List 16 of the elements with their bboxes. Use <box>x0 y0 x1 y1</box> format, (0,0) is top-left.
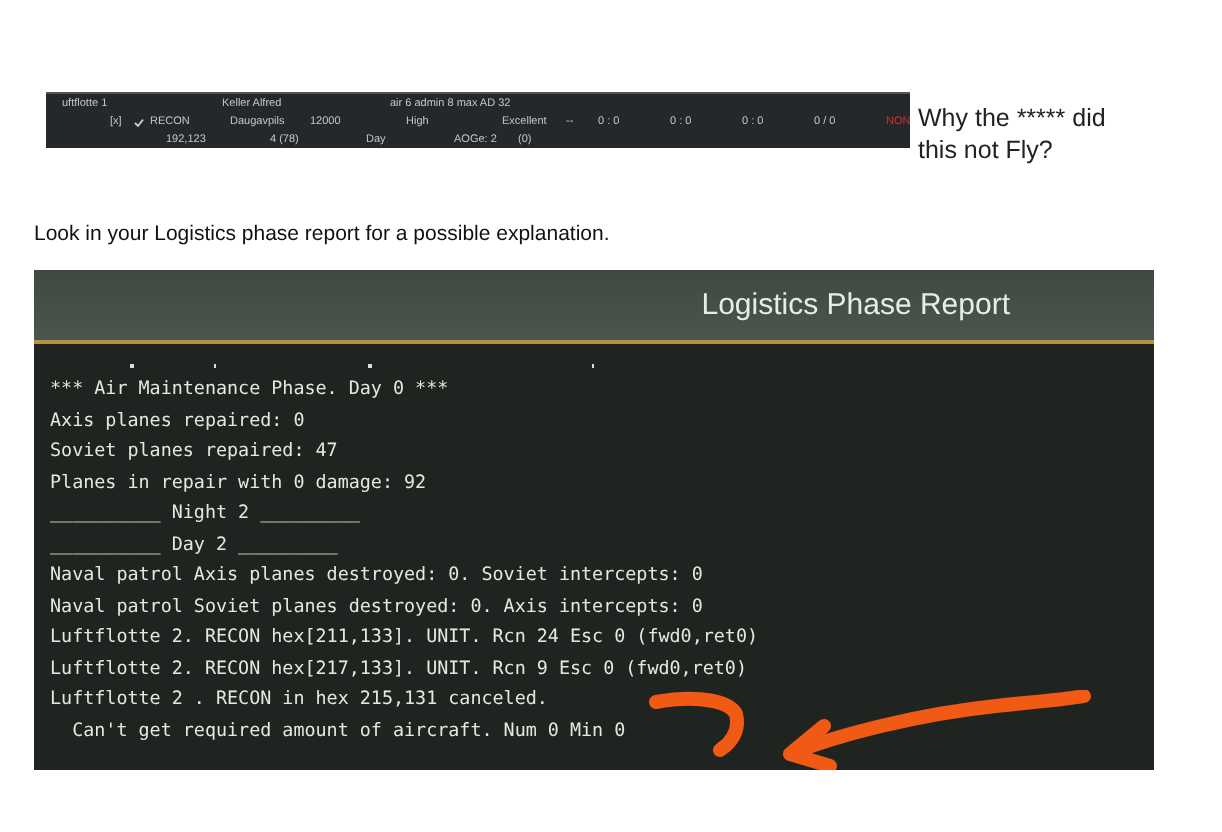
checkmark-icon <box>134 114 144 132</box>
report-line: __________ Day 2 _________ <box>50 531 340 559</box>
report-line: Naval patrol Soviet planes destroyed: 0. Axis intercepts: 0 <box>50 593 705 621</box>
report-line: Luftflotte 2. RECON hex[211,133]. UNIT. Rcn 24 Esc 0 (fwd0,ret0) <box>50 624 761 652</box>
report-line: __________ Night 2 _________ <box>50 500 362 528</box>
report-line: Luftflotte 2 . RECON in hex 215,131 canceled. <box>50 686 550 714</box>
report-line: *** Air Maintenance Phase. Day 0 *** <box>50 376 451 404</box>
report-line: Axis planes repaired: 0 <box>50 407 307 435</box>
report-title: Logistics Phase Report <box>701 288 1010 322</box>
report-line: Naval patrol Axis planes destroyed: 0. Soviet intercepts: 0 <box>50 562 705 590</box>
report-line: Luftflotte 2. RECON hex[217,133]. UNIT. Rcn 9 Esc 0 (fwd0,ret0) <box>50 655 749 683</box>
report-line: Planes in repair with 0 damage: 92 <box>50 469 429 497</box>
instruction-text: Look in your Logistics phase report for a possible explanation. <box>34 222 612 246</box>
question-text: Why the ***** did this not Fly? <box>918 102 1108 166</box>
report-line: Soviet planes repaired: 47 <box>50 438 340 466</box>
report-line: Can't get required amount of aircraft. Num 0 Min 0 <box>70 717 628 745</box>
